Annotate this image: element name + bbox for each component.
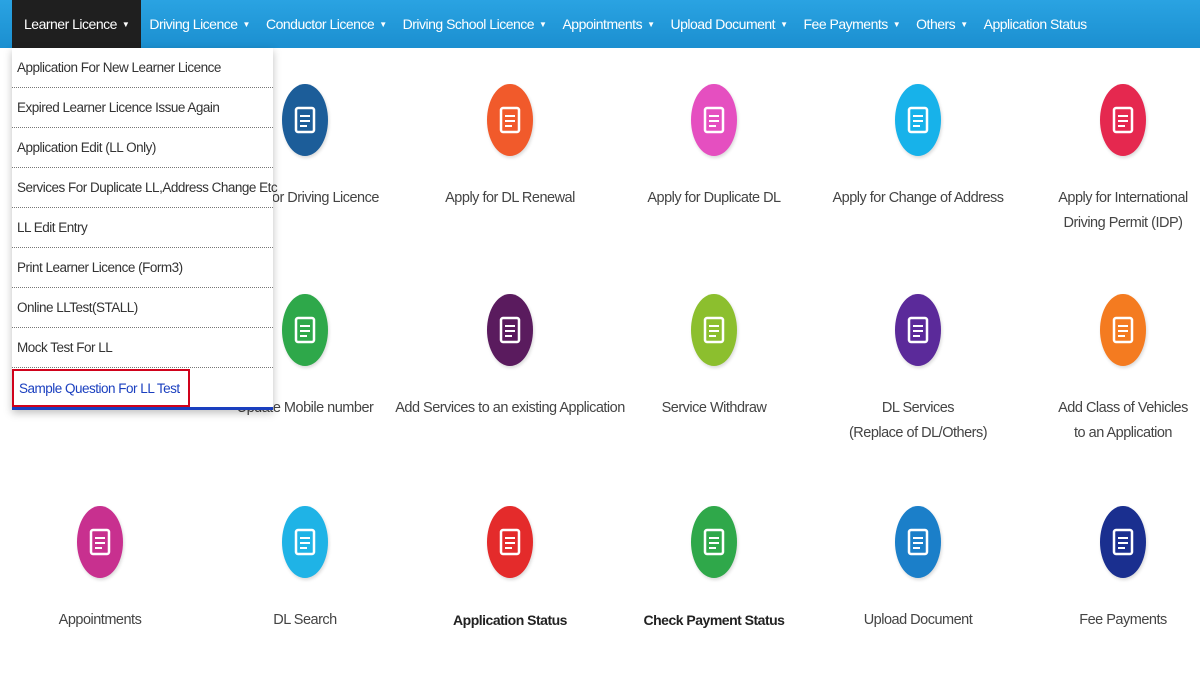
caret-down-icon: ▼ <box>121 19 130 29</box>
nav-label: Driving School Licence <box>402 16 535 32</box>
caret-down-icon: ▼ <box>892 19 901 29</box>
menu-item-sample-question-for-ll-test[interactable]: Sample Question For LL Test <box>12 369 190 407</box>
caret-down-icon: ▼ <box>539 19 547 29</box>
nav-fee-payments[interactable]: Fee Payments ▼ <box>795 0 908 48</box>
nav-label: Application Status <box>983 16 1088 32</box>
card-arrow-icon <box>487 294 533 366</box>
payment-card-icon <box>691 506 737 578</box>
calendar-icon <box>77 506 123 578</box>
tile-add-services-to-an-existing-application[interactable]: Add Services to an existing Application <box>395 294 625 421</box>
menu-item-application-for-new-learner-licence[interactable]: Application For New Learner Licence <box>12 48 273 88</box>
tile-label: Service Withdraw <box>661 400 767 416</box>
tile-apply-for-change-of-address[interactable]: Apply for Change of Address <box>832 84 1004 211</box>
upload-tray-icon <box>691 294 737 366</box>
tile-apply-for-dl-renewal[interactable]: Apply for DL Renewal <box>435 84 585 211</box>
nav-appointments[interactable]: Appointments ▼ <box>554 0 662 48</box>
caret-down-icon: ▼ <box>960 19 968 29</box>
tile-dl-services-replace-of-dl-others[interactable]: DL Services (Replace of DL/Others) <box>843 294 993 446</box>
document-icon <box>487 84 533 156</box>
tile-fee-payments[interactable]: Fee Payments <box>1048 506 1198 633</box>
tile-label: Check Payment Status <box>643 612 785 628</box>
hand-coin-icon <box>1100 506 1146 578</box>
nav-driving-school-licence[interactable]: Driving School Licence ▼ <box>395 0 555 48</box>
menu-item-application-edit-ll-only[interactable]: Application Edit (LL Only) <box>12 128 273 168</box>
menu-item-expired-learner-licence-issue-again[interactable]: Expired Learner Licence Issue Again <box>12 88 273 128</box>
nav-others[interactable]: Others ▼ <box>908 0 975 48</box>
tile-upload-document[interactable]: Upload Document <box>843 506 993 633</box>
menu-bottom-border <box>12 407 273 410</box>
tile-label: Add Class of Vehicles to an Application <box>1058 400 1188 441</box>
person-icon <box>1100 84 1146 156</box>
tile-label: Apply for Duplicate DL <box>647 190 781 206</box>
caret-down-icon: ▼ <box>379 19 387 29</box>
menu-item-ll-edit-entry[interactable]: LL Edit Entry <box>12 208 273 248</box>
tile-label: Upload Document <box>863 612 973 628</box>
menu-item-online-lltest-stall[interactable]: Online LLTest(STALL) <box>12 288 273 328</box>
profile-card-icon <box>895 294 941 366</box>
tile-dl-search[interactable]: DL Search <box>230 506 380 633</box>
tile-label: Apply for International Driving Permit (… <box>1058 190 1188 231</box>
learner-licence-dropdown: Application For New Learner Licence Expir… <box>12 48 278 410</box>
top-nav: Learner Licence ▼ Driving Licence ▼ Conducto… <box>0 0 1200 48</box>
tile-label: Apply for Change of Address <box>832 190 1004 206</box>
tile-application-status[interactable]: Application Status <box>435 506 585 633</box>
nav-conductor-licence[interactable]: Conductor Licence ▼ <box>258 0 395 48</box>
menu-item-mock-test-for-ll[interactable]: Mock Test For LL <box>12 328 273 368</box>
tile-label: Appointments <box>58 612 142 628</box>
tile-label: Fee Payments <box>1079 612 1167 628</box>
tile-appointments[interactable]: Appointments <box>25 506 175 633</box>
tile-apply-for-international-driving-permit-idp[interactable]: Apply for International Driving Permit (… <box>1048 84 1198 236</box>
tile-label: DL Services (Replace of DL/Others) <box>848 400 988 441</box>
caret-down-icon: ▼ <box>242 19 251 29</box>
tile-label: Application Status <box>453 612 567 628</box>
nav-label: Appointments <box>562 16 643 32</box>
tile-label: DL Search <box>273 612 337 628</box>
nav-upload-document[interactable]: Upload Document ▼ <box>663 0 796 48</box>
nav-application-status[interactable]: Application Status <box>976 0 1095 48</box>
tile-label: Apply for DL Renewal <box>445 190 575 206</box>
id-card-icon <box>282 84 328 156</box>
tile-service-withdraw[interactable]: Service Withdraw <box>639 294 789 421</box>
nav-label: Driving Licence <box>149 16 238 32</box>
car-card-icon <box>691 84 737 156</box>
mobile-info-icon <box>282 294 328 366</box>
nav-label: Others <box>916 16 956 32</box>
nav-label: Learner Licence <box>24 16 117 32</box>
tile-check-payment-status[interactable]: Check Payment Status <box>639 506 789 633</box>
printer-icon <box>895 84 941 156</box>
tile-add-class-of-vehicles-to-an-application[interactable]: Add Class of Vehicles to an Application <box>1048 294 1198 446</box>
nav-driving-licence[interactable]: Driving Licence ▼ <box>141 0 258 48</box>
nav-label: Conductor Licence <box>265 16 375 32</box>
upload-icon <box>895 506 941 578</box>
menu-item-print-learner-licence-form3[interactable]: Print Learner Licence (Form3) <box>12 248 273 288</box>
nav-label: Fee Payments <box>803 16 888 32</box>
nav-label: Upload Document <box>670 16 776 32</box>
menu-item-services-for-duplicate-ll-address-change-etc[interactable]: Services For Duplicate LL,Address Change… <box>12 168 278 208</box>
checklist-icon <box>1100 294 1146 366</box>
caret-down-icon: ▼ <box>647 19 655 29</box>
tile-apply-for-duplicate-dl[interactable]: Apply for Duplicate DL <box>639 84 789 211</box>
nav-learner-licence[interactable]: Learner Licence ▼ <box>12 0 142 48</box>
caret-down-icon: ▼ <box>780 19 788 29</box>
tile-label: Add Services to an existing Application <box>395 400 625 416</box>
search-person-icon <box>282 506 328 578</box>
clipboard-chart-icon <box>487 506 533 578</box>
